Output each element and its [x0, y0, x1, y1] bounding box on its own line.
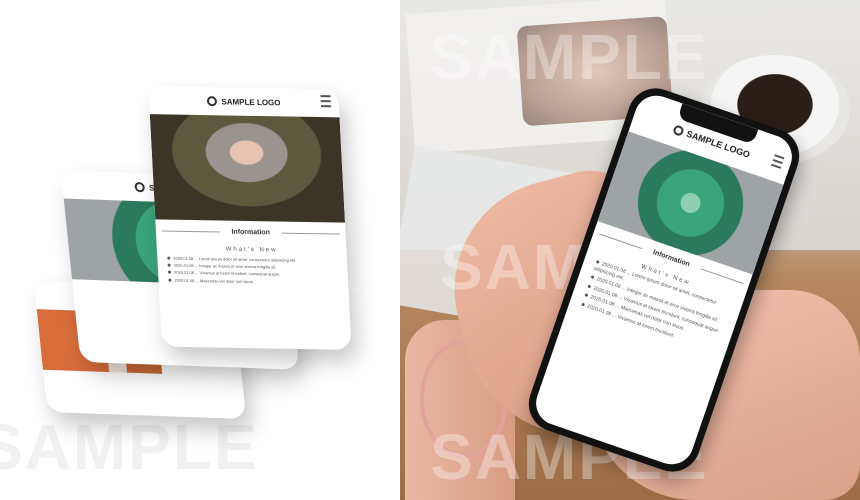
bullet-icon: [590, 275, 595, 279]
mockup-section-title: Information: [155, 219, 346, 244]
logo-circle-icon: [671, 124, 685, 137]
bullet-icon: [595, 260, 600, 264]
bullet-icon: [168, 278, 172, 282]
mockup-news-item[interactable]: 2020.01.08 ... Maecenas vel dolor non la…: [168, 277, 338, 285]
mockup-phone-front: SAMPLE LOGO Information What's New 2020.…: [148, 86, 352, 350]
mockup-logo-text: SAMPLE LOGO: [221, 96, 281, 107]
logo-circle-icon: [207, 96, 218, 107]
logo-circle-icon: [134, 181, 146, 193]
mockup-news-heading: What's New: [225, 246, 278, 254]
bullet-icon: [167, 263, 171, 267]
bullet-icon: [167, 256, 171, 260]
bullet-icon: [167, 271, 172, 275]
bullet-icon: [584, 293, 589, 297]
mockup-panel: SAMPLE SAMPLE LOGO SAMPLE LOGO SAMPLE LO…: [0, 0, 400, 500]
watermark-top: SAMPLE: [430, 21, 709, 93]
watermark-left: SAMPLE: [0, 411, 259, 483]
bullet-icon: [587, 284, 592, 288]
hamburger-menu-icon[interactable]: [320, 95, 332, 108]
mockup-logo: SAMPLE LOGO: [148, 86, 339, 117]
mockup-hero-image: [149, 114, 346, 223]
bullet-icon: [581, 302, 586, 306]
